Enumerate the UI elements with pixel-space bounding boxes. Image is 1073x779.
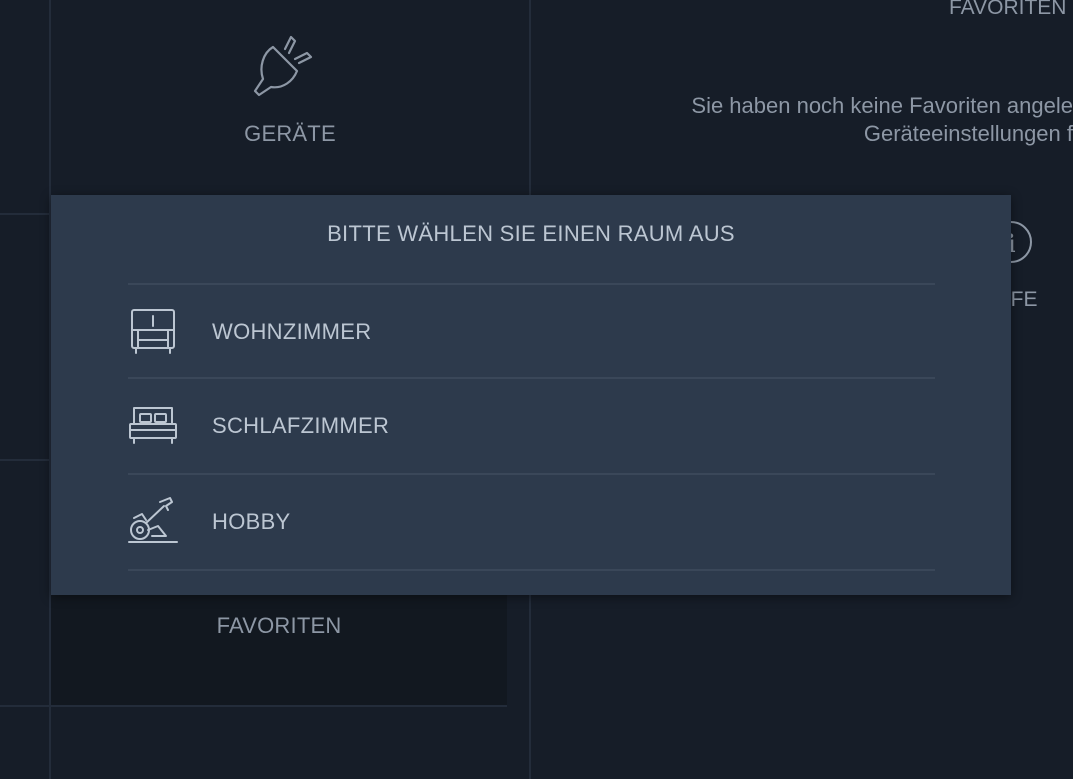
room-item-schlafzimmer[interactable]: SCHLAFZIMMER (128, 378, 935, 472)
empty-message-line: Sie haben noch keine Favoriten angele (691, 93, 1073, 118)
exercise-bike-icon (128, 497, 178, 543)
room-item-hobby[interactable]: HOBBY (128, 474, 935, 568)
empty-message-line: Geräteeinstellungen f (863, 121, 1073, 146)
plug-icon (253, 35, 313, 97)
room-select-dialog: BITTE WÄHLEN SIE EINEN RAUM AUS WOHNZIMM… (51, 195, 1011, 595)
grid-divider (0, 459, 51, 461)
favorites-label: FAVORITEN (216, 613, 342, 638)
dialog-title: BITTE WÄHLEN SIE EINEN RAUM AUS (327, 221, 735, 246)
divider (128, 569, 935, 571)
grid-divider (0, 705, 51, 707)
armchair-icon (131, 309, 175, 354)
favorites-header: FAVORITEN (949, 0, 1067, 19)
devices-label: GERÄTE (244, 121, 336, 146)
devices-tile[interactable]: GERÄTE (51, 0, 529, 195)
room-label: SCHLAFZIMMER (212, 413, 390, 438)
bed-icon (129, 407, 177, 444)
room-label: WOHNZIMMER (212, 319, 372, 344)
favorites-empty-message: Sie haben noch keine Favoriten angele Ge… (691, 92, 1073, 148)
room-item-wohnzimmer[interactable]: WOHNZIMMER (128, 284, 935, 378)
room-label: HOBBY (212, 509, 291, 534)
grid-divider (0, 213, 51, 215)
